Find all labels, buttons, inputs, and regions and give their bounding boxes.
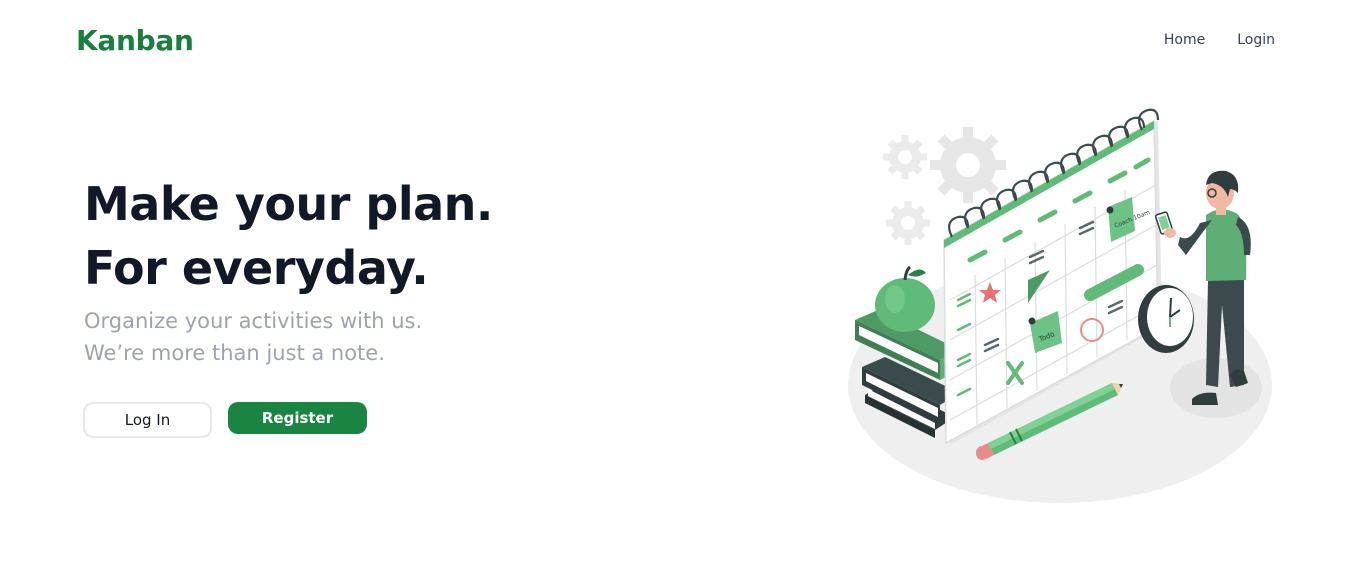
nav-home-link[interactable]: Home (1164, 32, 1205, 48)
hero-subtitle-line-2: We’re more than just a note. (84, 341, 385, 365)
hero-subtitle: Organize your activities with us. We’re … (84, 305, 422, 369)
hero-title-line-1: Make your plan. (84, 177, 493, 231)
login-button[interactable]: Log In (83, 402, 212, 438)
hero-subtitle-line-1: Organize your activities with us. (84, 309, 423, 333)
hero-title: Make your plan. For everyday. (84, 172, 493, 300)
top-nav: Home Login (1164, 32, 1275, 48)
clock-icon (1138, 285, 1194, 353)
gear-icon (930, 127, 1006, 203)
gear-icon (886, 201, 930, 245)
register-button[interactable]: Register (228, 402, 367, 434)
gear-icon (883, 135, 927, 179)
brand-logo[interactable]: Kanban (76, 24, 194, 57)
hero-title-line-2: For everyday. (84, 241, 429, 295)
landing-page: Kanban Home Login Make your plan. For ev… (0, 0, 1366, 563)
apple-icon (875, 265, 935, 332)
planning-calendar-illustration: Coach 10am Todo (848, 108, 1272, 503)
nav-login-link[interactable]: Login (1237, 32, 1275, 48)
